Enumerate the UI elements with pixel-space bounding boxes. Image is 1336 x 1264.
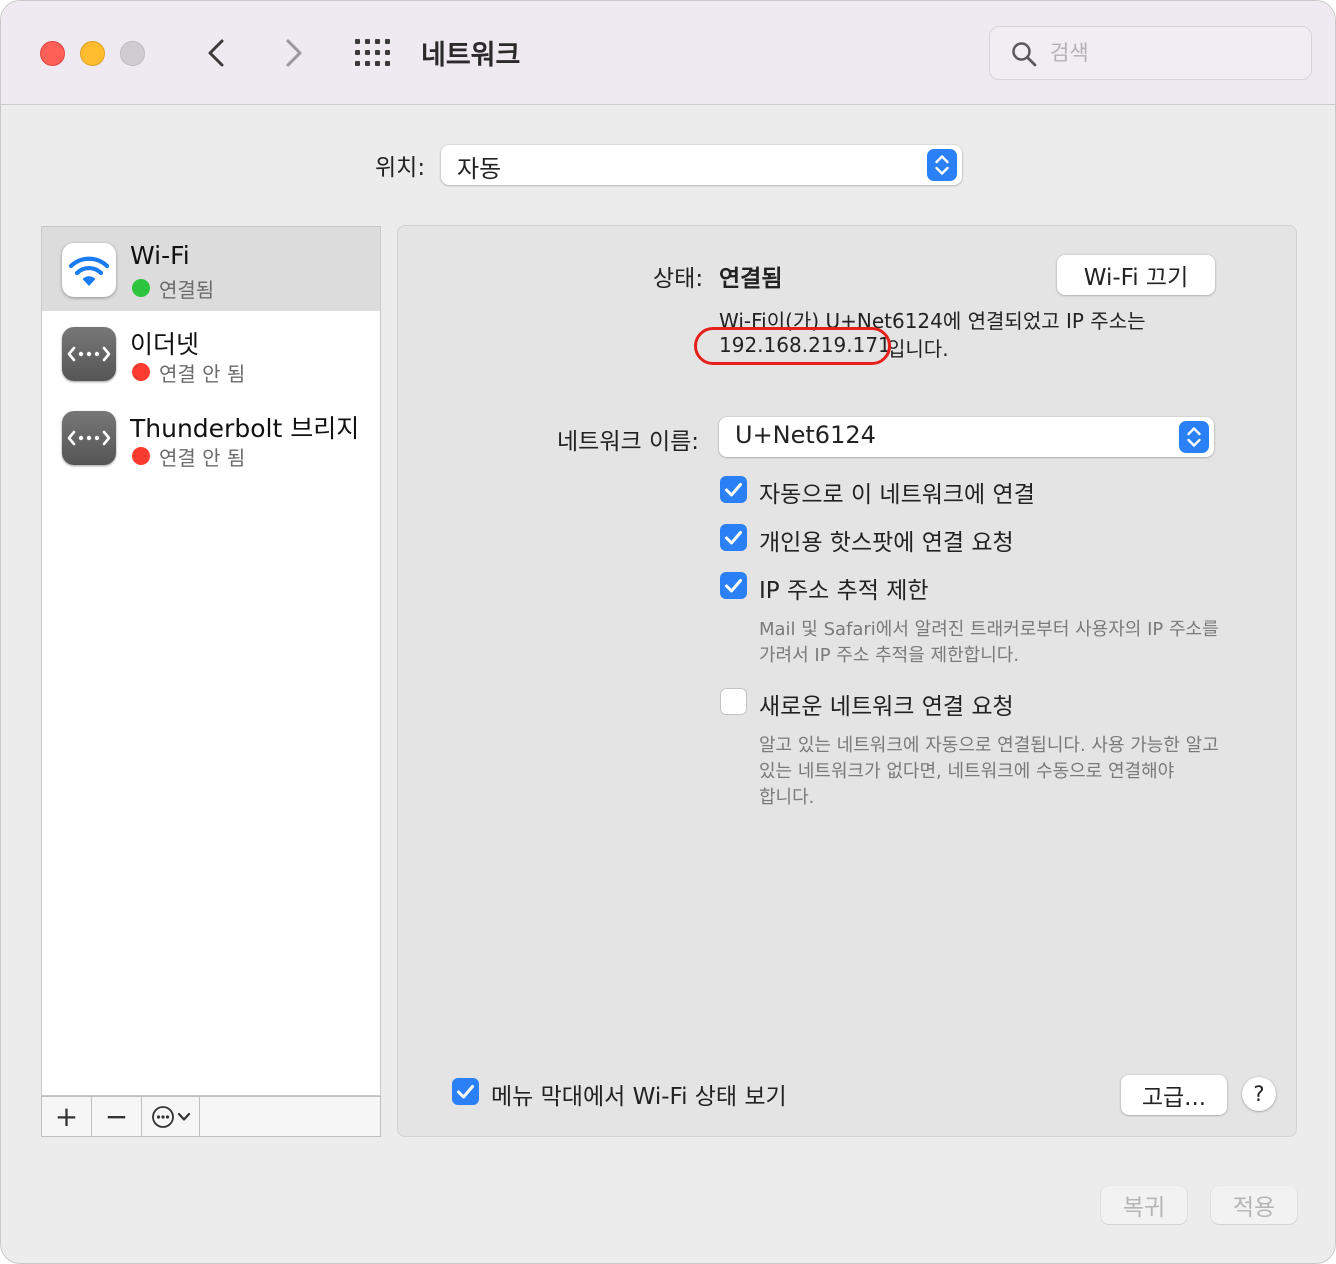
service-name: Wi-Fi (130, 241, 190, 270)
status-description-suffix: 입니다. (887, 337, 949, 361)
ethernet-icon (62, 327, 116, 381)
note-line: 가려서 IP 주소 추적을 제한합니다. (759, 645, 1020, 666)
ethernet-icon (62, 411, 116, 465)
chevron-left-icon (208, 39, 224, 67)
limit-ip-tracking-label[interactable]: IP 주소 추적 제한 (759, 571, 929, 605)
checkmark-icon (725, 531, 742, 545)
window-title: 네트워크 (421, 40, 521, 71)
checkmark-icon (725, 483, 742, 497)
service-item-ethernet[interactable]: 이더넷 연결 안 됨 (42, 311, 380, 395)
checkmark-icon (457, 1085, 474, 1099)
checkmark-icon (725, 579, 742, 593)
location-label: 위치: (375, 155, 426, 181)
auto-join-checkbox[interactable] (720, 476, 747, 503)
show-in-menubar-checkbox[interactable] (452, 1078, 479, 1105)
titlebar: 네트워크 (1, 1, 1335, 105)
help-button[interactable]: ? (1242, 1077, 1276, 1111)
ask-join-note: 알고 있는 네트워크에 자동으로 연결됩니다. 사용 가능한 알고 있는 네트워… (759, 733, 1219, 811)
up-down-chevron-icon (1187, 427, 1201, 447)
revert-button[interactable]: 복귀 (1101, 1186, 1187, 1224)
zoom-button[interactable] (120, 41, 145, 66)
status-dot (132, 363, 150, 381)
advanced-button[interactable]: 고급... (1121, 1075, 1227, 1115)
add-service-button[interactable]: + (42, 1097, 92, 1136)
service-toolbar: + − (41, 1096, 381, 1137)
ask-hotspot-checkbox[interactable] (720, 524, 747, 551)
remove-service-button[interactable]: − (92, 1097, 142, 1136)
network-name-popup[interactable]: U+Net6124 (719, 417, 1214, 457)
note-line: 알고 있는 네트워크에 자동으로 연결됩니다. 사용 가능한 알고 (759, 735, 1219, 756)
status-value: 연결됨 (719, 266, 783, 292)
network-name-value: U+Net6124 (735, 421, 876, 449)
limit-ip-tracking-checkbox[interactable] (720, 572, 747, 599)
ask-hotspot-label[interactable]: 개인용 핫스팟에 연결 요청 (759, 523, 1014, 557)
ask-join-networks-label[interactable]: 새로운 네트워크 연결 요청 (759, 687, 1014, 721)
back-button[interactable] (197, 33, 237, 73)
note-line: Mail 및 Safari에서 알려진 트래커로부터 사용자의 IP 주소를 (759, 619, 1219, 640)
search-field[interactable] (989, 26, 1312, 80)
service-name: 이더넷 (130, 330, 200, 359)
detail-panel (397, 225, 1297, 1137)
service-status: 연결됨 (159, 278, 215, 302)
network-name-label: 네트워크 이름: (557, 429, 700, 455)
apply-button[interactable]: 적용 (1211, 1186, 1297, 1224)
auto-join-label[interactable]: 자동으로 이 네트워크에 연결 (759, 475, 1035, 509)
search-icon (1012, 42, 1037, 67)
service-item-wifi[interactable]: Wi-Fi 연결됨 (42, 227, 380, 311)
service-status: 연결 안 됨 (159, 446, 246, 470)
minimize-button[interactable] (80, 41, 105, 66)
service-name: Thunderbolt 브리지 (130, 414, 360, 443)
status-label: 상태: (653, 266, 704, 292)
up-down-chevron-icon (935, 155, 949, 175)
show-in-menubar-label[interactable]: 메뉴 막대에서 Wi-Fi 상태 보기 (491, 1077, 787, 1111)
ip-address: 192.168.219.171 (719, 333, 891, 357)
location-stepper (927, 149, 957, 181)
show-all-button[interactable] (353, 37, 393, 69)
search-input[interactable] (1050, 37, 1290, 69)
grid-icon (355, 39, 390, 66)
action-menu-button[interactable] (142, 1097, 200, 1136)
close-button[interactable] (40, 41, 65, 66)
network-name-stepper (1179, 421, 1209, 453)
ask-join-networks-checkbox[interactable] (720, 688, 747, 715)
service-status: 연결 안 됨 (159, 362, 246, 386)
wifi-off-button[interactable]: Wi-Fi 끄기 (1057, 255, 1215, 295)
note-line: 있는 네트워크가 없다면, 네트워크에 수동으로 연결해야 (759, 761, 1175, 782)
location-popup[interactable]: 자동 (441, 145, 962, 185)
ellipsis-circle-icon (151, 1105, 190, 1128)
location-value: 자동 (457, 155, 502, 183)
status-dot (132, 447, 150, 465)
chevron-right-icon (286, 39, 302, 67)
note-line: 합니다. (759, 787, 815, 808)
service-list: Wi-Fi 연결됨 이더넷 연결 안 됨 Thunderbolt 브리지 연결 … (41, 226, 381, 1096)
ip-tracking-note: Mail 및 Safari에서 알려진 트래커로부터 사용자의 IP 주소를 가… (759, 617, 1219, 669)
forward-button[interactable] (273, 33, 313, 73)
status-description: Wi-Fi이(가) U+Net6124에 연결되었고 IP 주소는 (719, 309, 1146, 333)
network-preferences-window: 네트워크 위치: 자동 Wi-Fi 연결됨 이더넷 연결 안 됨 (0, 0, 1336, 1264)
wifi-icon (62, 243, 116, 297)
service-item-thunderbolt-bridge[interactable]: Thunderbolt 브리지 연결 안 됨 (42, 395, 380, 479)
status-dot (132, 279, 150, 297)
